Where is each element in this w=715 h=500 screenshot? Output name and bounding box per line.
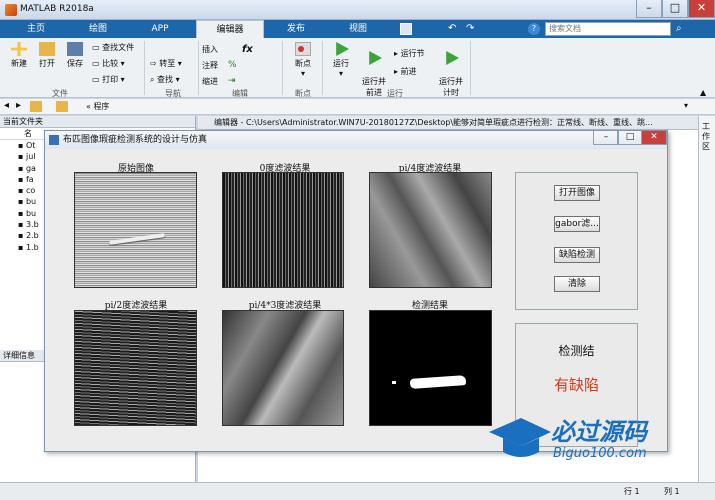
- matlab-logo-icon: [5, 4, 17, 16]
- save-icon: [67, 42, 83, 56]
- maximize-button[interactable]: □: [662, 0, 688, 18]
- divider: [282, 41, 283, 95]
- run-time-icon: [446, 51, 459, 65]
- undo-icon[interactable]: ↶: [448, 23, 460, 35]
- new-button[interactable]: 新建: [6, 42, 32, 69]
- new-icon: [11, 42, 27, 56]
- defect-detect-button[interactable]: 缺陷检测: [554, 247, 600, 263]
- breakpoint-icon: [295, 42, 311, 56]
- run-icon: [336, 42, 349, 56]
- back-icon[interactable]: ◂: [4, 100, 9, 111]
- path-dropdown-icon[interactable]: ▾: [684, 101, 688, 110]
- redo-icon[interactable]: ↷: [466, 23, 478, 35]
- search-icon[interactable]: ⌕: [676, 23, 688, 35]
- tab-view[interactable]: 视图: [330, 20, 386, 38]
- figure-maximize-button[interactable]: □: [617, 131, 643, 145]
- tab-home[interactable]: 主页: [8, 20, 64, 38]
- filter-0deg-image: [222, 172, 344, 288]
- help-icon[interactable]: ?: [528, 23, 540, 35]
- row-label: 行 1: [624, 487, 640, 496]
- run-section-button[interactable]: ▸ 运行节: [394, 48, 434, 59]
- folder-icon: [39, 42, 55, 56]
- ribbon-tabs: 主页 绘图 APP 编辑器 发布 视图 ↶ ↷ ? 搜索文档 ⌕: [0, 20, 715, 38]
- file-group-label: 文件: [52, 89, 68, 98]
- run-button[interactable]: 运行 ▾: [326, 42, 356, 78]
- result-label: 检测结: [558, 344, 595, 358]
- folder-up-icon[interactable]: [30, 101, 42, 112]
- figure-minimize-button[interactable]: –: [593, 131, 619, 145]
- indent-icon[interactable]: ⇥: [228, 76, 236, 86]
- save-quick-icon[interactable]: [400, 23, 412, 35]
- detected-defect-dot: [392, 381, 396, 384]
- run-advance-icon: [369, 51, 382, 65]
- figure-window: 布匹图像瑕疵检测系统的设计与仿真 – □ ✕ 原始图像 0度滤波结果 pi/4度…: [44, 130, 668, 452]
- window-title: MATLAB R2018a: [20, 4, 94, 14]
- gabor-filter-button[interactable]: gabor滤...: [554, 216, 600, 232]
- graduation-cap-icon: [489, 418, 551, 457]
- current-folder-header: 当前文件夹: [0, 116, 195, 128]
- browse-folder-icon[interactable]: [56, 101, 68, 112]
- status-bar: 行 1 列 1: [0, 482, 715, 500]
- edit-group-label: 编辑: [232, 89, 248, 98]
- run-time-button[interactable]: 运行并 计时: [436, 42, 466, 98]
- insert-button[interactable]: 插入: [202, 44, 224, 55]
- find-button[interactable]: ⌕ 查找 ▾: [150, 74, 196, 85]
- advance-button[interactable]: ▸ 前进: [394, 66, 434, 77]
- breakpoint-group-label: 断点: [295, 89, 311, 98]
- defect-streak: [108, 233, 166, 245]
- col-label: 列 1: [664, 487, 680, 496]
- goto-button[interactable]: ⇨ 转至 ▾: [150, 58, 196, 69]
- compare-button[interactable]: ▭ 比较 ▾: [92, 58, 142, 69]
- tab-plots[interactable]: 绘图: [70, 20, 126, 38]
- watermark-en: Biguo100.com: [553, 446, 647, 461]
- original-image: [74, 172, 197, 288]
- open-button[interactable]: 打开: [34, 42, 60, 69]
- run-group-label: 运行: [387, 89, 403, 98]
- divider: [322, 41, 323, 95]
- tab-publish[interactable]: 发布: [268, 20, 324, 38]
- collapse-ribbon-icon[interactable]: ▲: [700, 88, 706, 97]
- minimize-button[interactable]: –: [636, 0, 662, 18]
- filter-pi2-image: [74, 310, 197, 426]
- close-button[interactable]: ✕: [688, 0, 715, 18]
- detection-image: [369, 310, 492, 426]
- percent-icon[interactable]: %: [228, 60, 237, 70]
- tab-apps[interactable]: APP: [132, 20, 188, 38]
- breakpoint-button[interactable]: 断点 ▾: [288, 42, 318, 78]
- watermark-cn: 必过源码: [551, 418, 647, 446]
- current-path[interactable]: « 程序: [86, 101, 109, 112]
- indent-button[interactable]: 缩进: [202, 76, 224, 87]
- print-button[interactable]: ▭ 打印 ▾: [92, 74, 142, 85]
- forward-icon[interactable]: ▸: [16, 100, 21, 111]
- nav-group-label: 导航: [165, 89, 181, 98]
- detected-defect-blob: [409, 375, 467, 389]
- figure-close-button[interactable]: ✕: [641, 131, 667, 145]
- button-panel: 打开图像 gabor滤... 缺陷检测 清除: [515, 172, 638, 310]
- clear-button[interactable]: 清除: [554, 276, 600, 292]
- divider: [198, 41, 199, 95]
- figure-title: 布匹图像瑕疵检测系统的设计与仿真: [45, 131, 667, 149]
- search-input[interactable]: 搜索文档: [545, 22, 671, 36]
- figure-icon: [49, 135, 59, 145]
- editor-title: 编辑器 - C:\Users\Administrator.WIN7U-20180…: [198, 116, 698, 130]
- fx-icon[interactable]: fx: [242, 44, 253, 55]
- ribbon: 新建 打开 保存 ▭ 查找文件 ▭ 比较 ▾ ▭ 打印 ▾ 文件 ⇨ 转至 ▾ …: [0, 38, 715, 98]
- save-button[interactable]: 保存: [62, 42, 88, 69]
- filter-3pi4-image: [222, 310, 344, 426]
- open-image-button[interactable]: 打开图像: [554, 185, 600, 201]
- watermark: 必过源码 Biguo100.com: [485, 408, 705, 468]
- workspace-label[interactable]: 工作区: [702, 122, 712, 152]
- address-bar: ◂ ▸ « 程序 ▾: [0, 99, 715, 115]
- window-title-bar: MATLAB R2018a – □ ✕: [0, 0, 715, 20]
- divider: [470, 41, 471, 95]
- tab-editor[interactable]: 编辑器: [196, 20, 264, 38]
- comment-button[interactable]: 注释: [202, 60, 224, 71]
- result-value: 有缺陷: [553, 376, 599, 394]
- filter-pi4-image: [369, 172, 492, 288]
- find-files-button[interactable]: ▭ 查找文件: [92, 42, 142, 53]
- divider: [144, 41, 145, 95]
